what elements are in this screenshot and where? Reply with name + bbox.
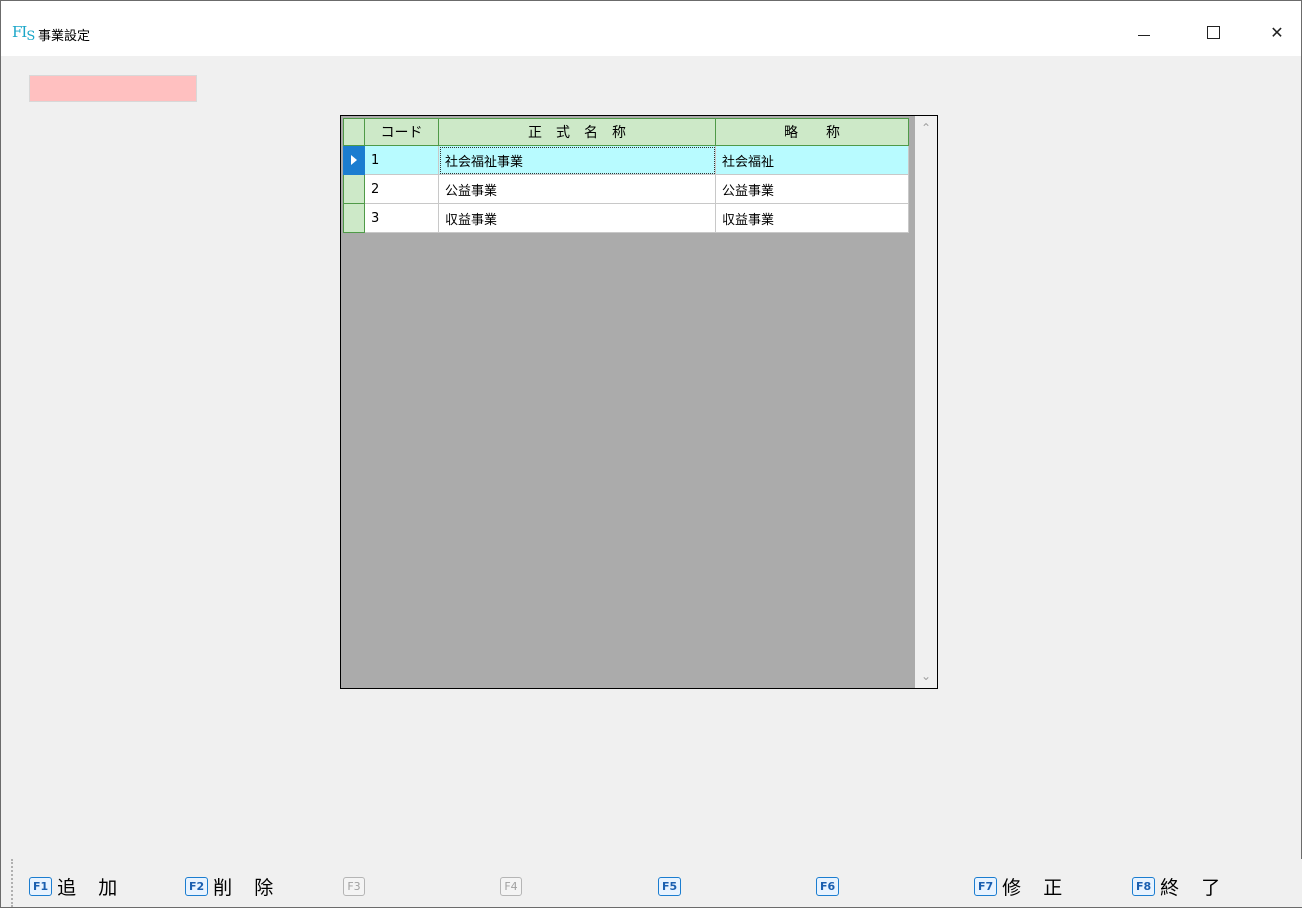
cell-formal-name[interactable]: 社会福祉事業 <box>439 146 716 175</box>
maximize-icon <box>1206 25 1220 39</box>
cell-code[interactable]: 3 <box>365 204 439 233</box>
f1-add-button[interactable]: F1 追 加 <box>29 874 126 899</box>
cell-formal-name[interactable]: 公益事業 <box>439 175 716 204</box>
row-header-1[interactable] <box>343 146 365 175</box>
f8-key-icon: F8 <box>1132 876 1156 896</box>
title-bar[interactable]: FIS 事業設定 ✕ <box>1 1 1301 56</box>
scroll-up-icon[interactable]: ⌃ <box>915 118 937 138</box>
column-header-code[interactable]: コード <box>365 118 439 146</box>
f3-button[interactable]: F3 <box>343 874 365 898</box>
cell-short-name[interactable]: 公益事業 <box>716 175 909 204</box>
f6-button[interactable]: F6 <box>816 874 840 898</box>
grid-header: コード 正 式 名 称 略 称 <box>343 118 911 146</box>
window-title: 事業設定 <box>38 29 91 44</box>
scroll-down-icon[interactable]: ⌄ <box>915 666 937 686</box>
column-header-formal-name[interactable]: 正 式 名 称 <box>439 118 716 146</box>
row-header-2[interactable] <box>343 175 365 204</box>
f1-label: 追 加 <box>57 876 126 899</box>
column-header-short-name[interactable]: 略 称 <box>716 118 909 146</box>
cell-formal-name[interactable]: 収益事業 <box>439 204 716 233</box>
f7-key-icon: F7 <box>974 876 998 896</box>
cell-short-name[interactable]: 収益事業 <box>716 204 909 233</box>
cell-short-name[interactable]: 社会福祉 <box>716 146 909 175</box>
status-field <box>29 75 197 102</box>
table-row[interactable]: 3 収益事業 収益事業 <box>343 204 911 233</box>
close-icon: ✕ <box>1270 22 1284 42</box>
cell-code[interactable]: 2 <box>365 175 439 204</box>
maximize-button[interactable] <box>1190 17 1236 47</box>
f2-label: 削 除 <box>213 876 282 899</box>
table-row[interactable]: 2 公益事業 公益事業 <box>343 175 911 204</box>
f2-key-icon: F2 <box>185 876 209 896</box>
f8-exit-button[interactable]: F8 終 了 <box>1132 874 1229 899</box>
f1-key-icon: F1 <box>29 876 53 896</box>
f7-label: 修 正 <box>1002 876 1071 899</box>
f2-delete-button[interactable]: F2 削 除 <box>185 874 282 899</box>
f6-key-icon: F6 <box>816 876 840 896</box>
grid-corner[interactable] <box>343 118 365 146</box>
app-logo-icon: FIS <box>12 23 35 44</box>
f3-key-icon: F3 <box>343 876 365 896</box>
row-header-3[interactable] <box>343 204 365 233</box>
function-key-bar: F1 追 加 F2 削 除 F3 F4 F5 F6 F7 修 正 F8 終 了 <box>11 859 1302 907</box>
f5-button[interactable]: F5 <box>658 874 682 898</box>
minimize-button[interactable] <box>1121 17 1167 47</box>
f5-key-icon: F5 <box>658 876 682 896</box>
close-button[interactable]: ✕ <box>1254 17 1300 47</box>
f4-button[interactable]: F4 <box>500 874 522 898</box>
minimize-icon <box>1138 34 1150 36</box>
business-grid[interactable]: コード 正 式 名 称 略 称 1 社会福祉事業 社会福祉 2 公益事業 公益事… <box>340 115 938 689</box>
current-row-arrow-icon <box>351 155 357 165</box>
f8-label: 終 了 <box>1160 876 1229 899</box>
vertical-scrollbar[interactable]: ⌃ ⌄ <box>915 116 937 688</box>
f4-key-icon: F4 <box>500 876 522 896</box>
f7-edit-button[interactable]: F7 修 正 <box>974 874 1071 899</box>
cell-code[interactable]: 1 <box>365 146 439 175</box>
app-window: FIS 事業設定 ✕ コード 正 式 名 称 略 称 1 社会福祉事業 社会福祉… <box>0 0 1302 908</box>
table-row[interactable]: 1 社会福祉事業 社会福祉 <box>343 146 911 175</box>
